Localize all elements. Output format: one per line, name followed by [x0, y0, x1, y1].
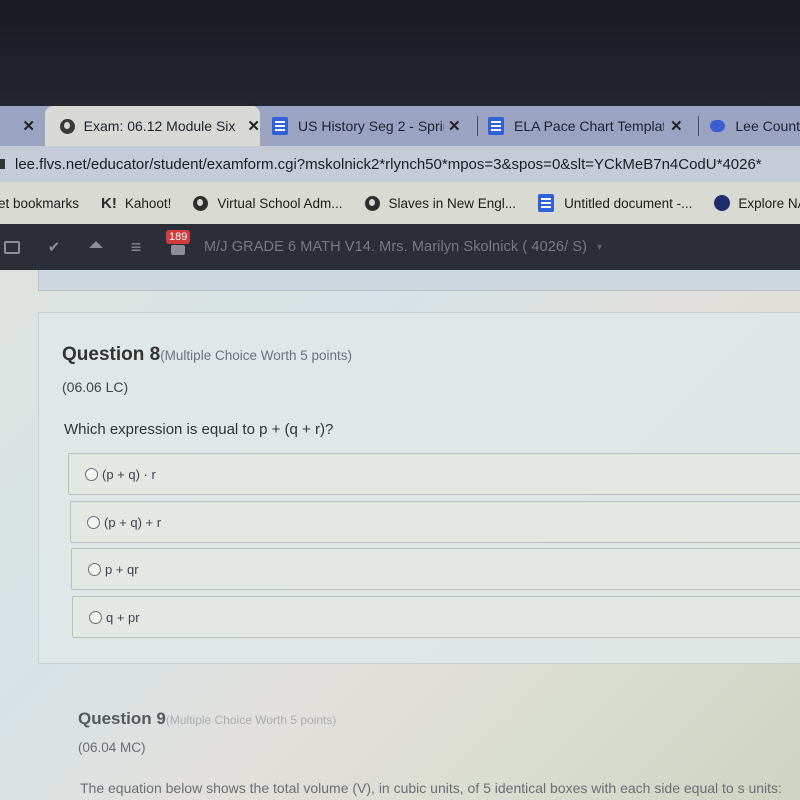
bookmark-explore-nasa[interactable]: Explore NASA: [714, 195, 800, 211]
tab-ela-pace-chart[interactable]: ELA Pace Chart Templat ✕: [488, 106, 693, 146]
answer-choice[interactable]: q + pr: [72, 596, 800, 638]
tab-lee-county[interactable]: Lee Count: [710, 106, 800, 146]
browser-tabstrip: ✕ Exam: 06.12 Module Six ✕ US History Se…: [0, 106, 800, 146]
close-icon[interactable]: ✕: [247, 117, 260, 135]
question-9-code: (06.04 MC): [78, 740, 146, 755]
close-icon[interactable]: ✕: [670, 117, 683, 135]
bookmark-untitled-document[interactable]: Untitled document -...: [538, 194, 692, 212]
close-icon[interactable]: ✕: [448, 117, 461, 135]
course-navbar: ✔ ≡ 189 M/J GRADE 6 MATH V14. Mrs. Maril…: [0, 224, 800, 270]
mail-badge: 189: [166, 230, 191, 244]
choice-label: p + qr: [105, 561, 139, 577]
question-number: Question 8: [62, 344, 161, 365]
tab-label: US History Seg 2 - Spring: [298, 118, 444, 134]
radio-button[interactable]: [87, 515, 100, 529]
bookmark-label: et bookmarks: [0, 195, 80, 211]
cloud-icon: [710, 120, 726, 132]
tab-exam[interactable]: Exam: 06.12 Module Six ✕: [45, 106, 260, 146]
bookmark-kahoot[interactable]: K! Kahoot!: [101, 195, 171, 212]
answer-choice[interactable]: (p + q) · r: [68, 453, 800, 495]
tab-us-history[interactable]: US History Seg 2 - Spring ✕: [272, 106, 472, 146]
course-title[interactable]: M/J GRADE 6 MATH V14. Mrs. Marilyn Skoln…: [204, 239, 587, 255]
address-bar[interactable]: lee.flvs.net/educator/student/examform.c…: [0, 146, 800, 182]
menu-icon[interactable]: ≡: [128, 237, 144, 257]
bookmark-virtual-school[interactable]: Virtual School Adm...: [193, 195, 343, 211]
google-docs-icon: [272, 117, 288, 135]
bookmark-label: Slaves in New Engl...: [388, 195, 517, 211]
check-icon[interactable]: ✔: [46, 239, 62, 256]
radio-button[interactable]: [85, 467, 98, 481]
screen-bezel: [0, 0, 800, 106]
bookmark-label: Virtual School Adm...: [217, 195, 343, 211]
tab-label: Exam: 06.12 Module Six: [83, 118, 236, 134]
question-8-prompt: Which expression is equal to p + (q + r)…: [64, 421, 334, 438]
home-icon[interactable]: [88, 239, 104, 255]
question-number: Question 9: [78, 709, 166, 728]
tab-separator: [477, 116, 478, 136]
answer-choice[interactable]: (p + q) + r: [70, 501, 800, 543]
choice-label: (p + q) · r: [102, 466, 156, 482]
question-9-prompt: The equation below shows the total volum…: [80, 780, 782, 796]
previous-question-card: [38, 270, 800, 291]
tab-label: Lee Count: [735, 118, 800, 134]
bookmark-get-bookmarks[interactable]: et bookmarks: [0, 196, 79, 211]
tab-label: ELA Pace Chart Templat: [514, 118, 664, 134]
url-text[interactable]: lee.flvs.net/educator/student/examform.c…: [15, 156, 762, 173]
tab-previous[interactable]: ✕: [0, 106, 45, 146]
lock-icon: [0, 159, 5, 169]
choice-label: (p + q) + r: [104, 514, 162, 530]
bookmark-label: Untitled document -...: [564, 195, 693, 211]
question-8-code: (06.06 LC): [62, 379, 129, 395]
tab-separator: [698, 116, 699, 136]
globe-icon: [60, 118, 75, 134]
radio-button[interactable]: [89, 610, 102, 624]
bookmark-label: Kahoot!: [124, 195, 172, 211]
google-docs-icon: [488, 117, 504, 135]
question-type: (Multiple Choice Worth 5 points): [160, 348, 353, 363]
nasa-icon: [714, 195, 731, 211]
question-8-title: Question 8(Multiple Choice Worth 5 point…: [62, 344, 352, 366]
question-type: (Multiple Choice Worth 5 points): [165, 713, 337, 727]
chevron-down-icon[interactable]: ▾: [597, 242, 602, 253]
bookmarks-bar: et bookmarks K! Kahoot! Virtual School A…: [0, 182, 800, 224]
answer-choice[interactable]: p + qr: [71, 548, 800, 590]
globe-icon: [364, 195, 380, 211]
question-9-title: Question 9(Multiple Choice Worth 5 point…: [78, 709, 336, 729]
close-icon[interactable]: ✕: [22, 117, 35, 135]
google-docs-icon: [538, 194, 555, 212]
bookmark-label: Explore NASA: [738, 195, 800, 211]
kahoot-icon: K!: [101, 194, 117, 212]
inbox-icon[interactable]: [4, 239, 20, 255]
bookmark-slaves-new-england[interactable]: Slaves in New Engl...: [364, 195, 517, 211]
choice-label: q + pr: [106, 609, 140, 625]
radio-button[interactable]: [88, 562, 101, 576]
globe-icon: [193, 195, 209, 211]
mail-icon[interactable]: 189: [166, 230, 191, 255]
